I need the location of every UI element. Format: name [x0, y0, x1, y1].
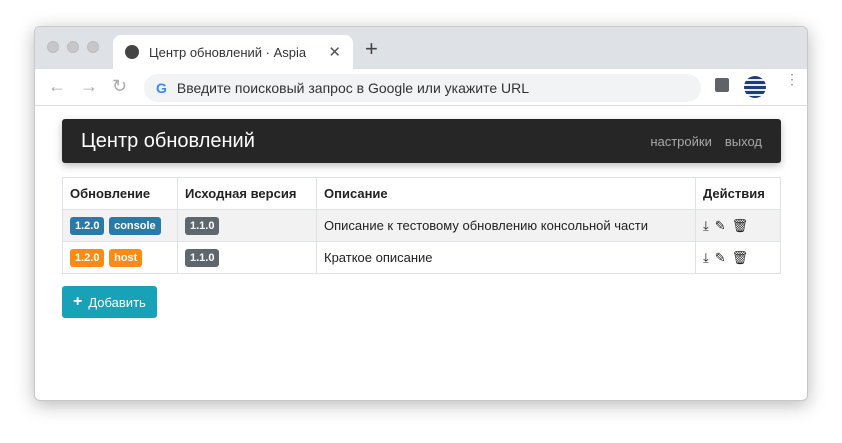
minimize-window-button[interactable]: [67, 41, 79, 53]
download-icon[interactable]: ⤓: [703, 218, 709, 233]
source-version-badge: 1.1.0: [185, 216, 220, 235]
edit-icon[interactable]: ✎: [715, 218, 726, 233]
header-description: Описание: [316, 177, 696, 210]
address-placeholder: Введите поисковый запрос в Google или ук…: [176, 80, 530, 96]
navbar: Центр обновлений настройки выход: [62, 119, 781, 163]
profile-avatar[interactable]: [744, 76, 766, 98]
updates-table: Обновление Исходная версия Описание Дейс…: [62, 177, 781, 274]
description-cell: Описание к тестовому обновлению консольн…: [316, 209, 696, 242]
add-button-label: Добавить: [88, 294, 146, 310]
close-tab-icon[interactable]: ✕: [328, 43, 341, 61]
delete-icon[interactable]: 🗑: [732, 250, 749, 265]
version-badge: 1.2.0: [70, 248, 105, 267]
delete-icon[interactable]: 🗑: [732, 218, 749, 233]
back-button[interactable]: ←: [48, 76, 66, 97]
tab-bar: Центр обновлений · Aspia ✕ +: [35, 27, 807, 69]
extensions-icon[interactable]: [715, 78, 729, 92]
logout-link[interactable]: выход: [725, 134, 762, 149]
version-badge: 1.2.0: [70, 216, 105, 235]
globe-icon: [125, 45, 139, 59]
target-badge: console: [109, 216, 161, 235]
address-bar[interactable]: G Введите поисковый запрос в Google или …: [144, 74, 701, 102]
description-cell: Краткое описание: [316, 241, 696, 274]
table-row: 1.2.0 console 1.1.0 Описание к тестовому…: [62, 209, 781, 242]
table-row: 1.2.0 host 1.1.0 Краткое описание ⤓ ✎ 🗑: [62, 241, 781, 274]
google-icon: G: [156, 80, 167, 96]
add-button[interactable]: + Добавить: [62, 286, 157, 318]
new-tab-button[interactable]: +: [365, 36, 378, 62]
download-icon[interactable]: ⤓: [703, 250, 709, 265]
browser-tab[interactable]: Центр обновлений · Aspia ✕: [113, 35, 353, 69]
brand-title: Центр обновлений: [81, 129, 255, 152]
browser-toolbar: ← → ↻ G Введите поисковый запрос в Googl…: [35, 69, 807, 106]
edit-icon[interactable]: ✎: [715, 250, 726, 265]
header-source-version: Исходная версия: [177, 177, 317, 210]
plus-icon: +: [73, 293, 83, 310]
target-badge: host: [109, 248, 143, 267]
browser-window: Центр обновлений · Aspia ✕ + ← → ↻ G Вве…: [34, 26, 808, 401]
forward-button[interactable]: →: [80, 76, 98, 97]
maximize-window-button[interactable]: [87, 41, 99, 53]
tab-title: Центр обновлений · Aspia: [149, 44, 307, 60]
reload-button[interactable]: ↻: [112, 76, 127, 97]
header-update: Обновление: [62, 177, 178, 210]
settings-link[interactable]: настройки: [650, 134, 712, 149]
source-version-badge: 1.1.0: [185, 248, 220, 267]
browser-menu-icon[interactable]: ⋮: [785, 72, 799, 86]
header-actions: Действия: [695, 177, 781, 210]
close-window-button[interactable]: [47, 41, 59, 53]
